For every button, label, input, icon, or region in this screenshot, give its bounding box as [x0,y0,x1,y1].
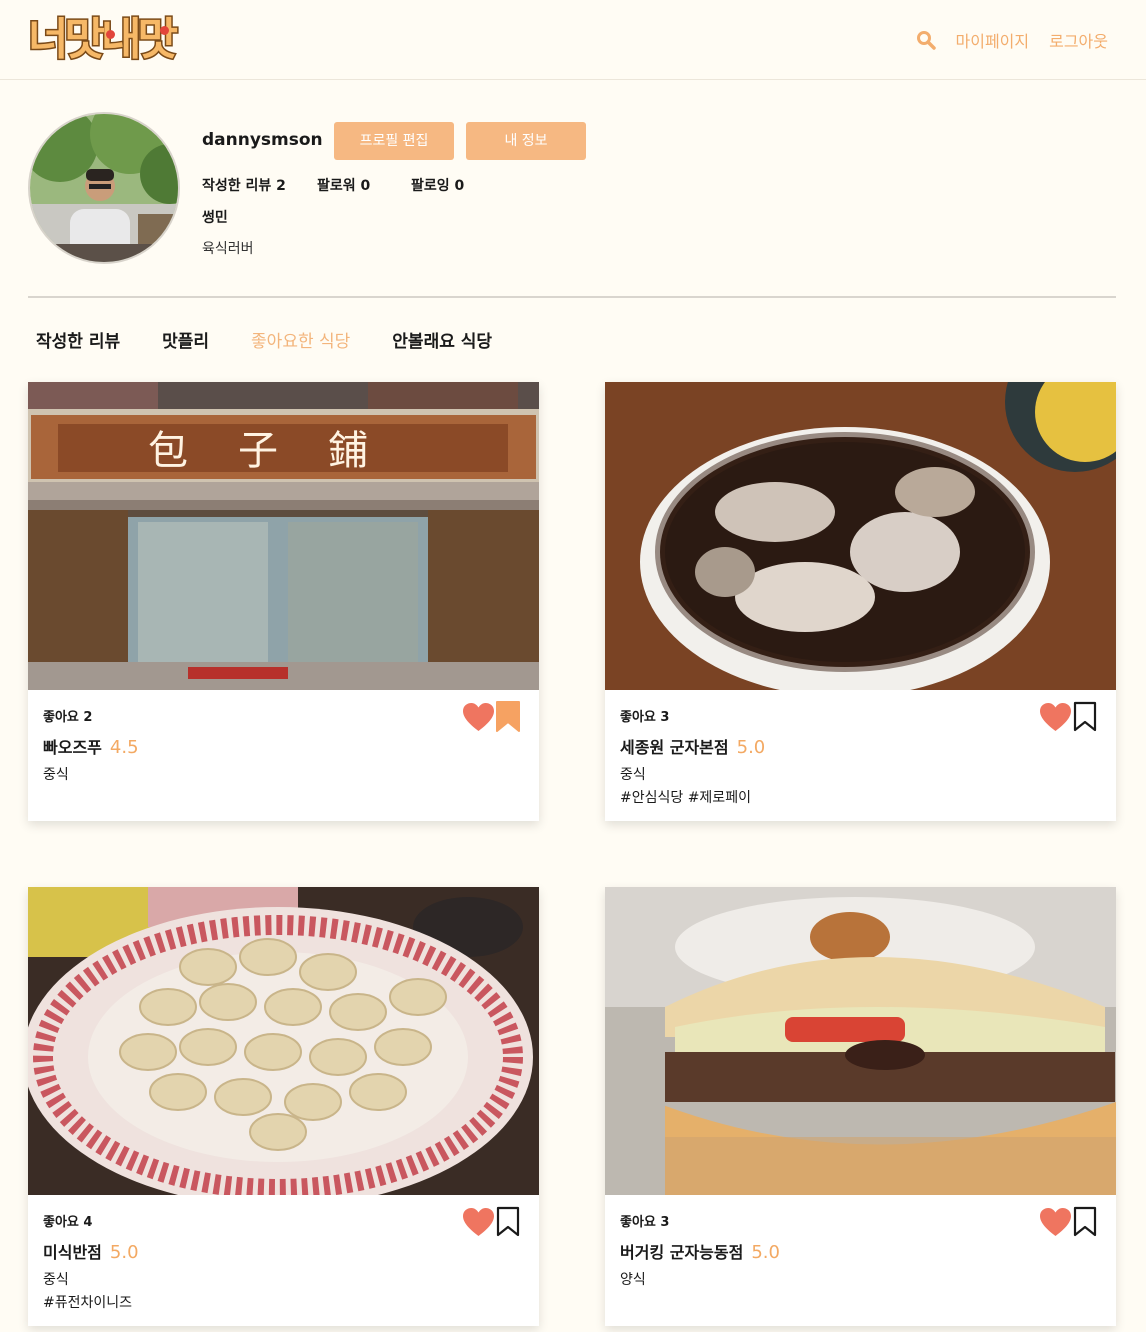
restaurant-rating: 5.0 [109,1242,139,1263]
heart-icon[interactable] [1039,702,1072,732]
restaurant-card[interactable]: 좋아요 3 세종원 군자본점 5.0 중식 #안심식당 #제로페이 [605,382,1116,821]
profile-bio: 육식러버 [202,241,254,257]
restaurant-name-row: 버거킹 군자능동점 5.0 [620,1239,780,1263]
restaurant-name-row: 미식반점 5.0 [43,1239,139,1263]
bookmark-filled-icon[interactable] [496,701,520,732]
restaurant-name-row: 세종원 군자본점 5.0 [620,734,765,758]
burger-photo [605,887,1116,1195]
restaurant-name: 버거킹 군자능동점 [620,1243,744,1262]
likes-count: 좋아요 4 [43,1215,93,1230]
logout-link[interactable]: 로그아웃 [1049,28,1108,52]
likes-count: 좋아요 3 [620,1215,670,1230]
bookmark-outline-icon[interactable] [1073,701,1097,732]
restaurant-rating: 4.5 [109,737,139,758]
search-icon[interactable] [916,30,936,50]
likes-count: 좋아요 2 [43,710,93,725]
restaurant-name: 세종원 군자본점 [620,738,729,757]
restaurant-name: 빠오즈푸 [43,738,102,757]
jajangmyeon-photo [605,382,1116,690]
avatar [28,112,180,264]
logo-dot [106,30,115,39]
section-divider [28,296,1116,298]
svg-text:包: 包 [148,428,188,474]
heart-icon[interactable] [1039,1207,1072,1237]
my-info-button[interactable]: 내 정보 [466,122,586,160]
profile-nickname: 썽민 [202,210,228,226]
svg-text:鋪: 鋪 [328,428,368,474]
restaurant-tags: #안심식당 #제로페이 [620,790,751,806]
restaurant-category: 중식 [620,767,646,783]
mypage-link[interactable]: 마이페이지 [956,28,1030,52]
restaurant-rating: 5.0 [736,737,766,758]
restaurant-card[interactable]: 좋아요 4 미식반점 5.0 중식 #퓨전차이니즈 [28,887,539,1326]
following-count[interactable]: 팔로잉 0 [411,175,464,195]
header-nav: 마이페이지 로그아웃 [916,28,1108,52]
top-header: 너맛내맛 마이페이지 로그아웃 [0,0,1146,80]
bookmark-outline-icon[interactable] [1073,1206,1097,1237]
profile-username: dannysmson [202,130,323,150]
restaurant-card[interactable]: 包 子 鋪 좋아요 2 빠오즈푸 4.5 중식 [28,382,539,821]
heart-icon[interactable] [462,1207,495,1237]
profile-tabs: 작성한 리뷰 맛플리 좋아요한 식당 안볼래요 식당 [36,327,492,352]
restaurant-category: 양식 [620,1272,646,1288]
svg-text:子: 子 [238,428,278,474]
likes-count: 좋아요 3 [620,710,670,725]
bookmark-outline-icon[interactable] [496,1206,520,1237]
restaurant-category: 중식 [43,1272,69,1288]
app-logo[interactable]: 너맛내맛 [27,10,188,70]
tab-written-reviews[interactable]: 작성한 리뷰 [36,327,120,352]
logo-dot [160,26,169,35]
tab-matpli[interactable]: 맛플리 [162,327,209,352]
review-count[interactable]: 작성한 리뷰 2 [202,175,286,195]
edit-profile-button[interactable]: 프로필 편집 [334,122,454,160]
restaurant-name-row: 빠오즈푸 4.5 [43,734,139,758]
restaurant-category: 중식 [43,767,69,783]
heart-icon[interactable] [462,702,495,732]
tab-hidden-restaurants[interactable]: 안볼래요 식당 [392,327,492,352]
logo-text: 너맛내맛 [27,13,180,67]
restaurant-tags: #퓨전차이니즈 [43,1295,133,1311]
dumplings-photo [28,887,539,1195]
restaurant-storefront-photo: 包 子 鋪 [28,382,539,690]
restaurant-rating: 5.0 [751,1242,780,1263]
tab-liked-restaurants[interactable]: 좋아요한 식당 [251,327,350,352]
followers-count[interactable]: 팔로워 0 [317,175,370,195]
restaurant-card[interactable]: 좋아요 3 버거킹 군자능동점 5.0 양식 [605,887,1116,1326]
restaurant-name: 미식반점 [43,1243,102,1262]
